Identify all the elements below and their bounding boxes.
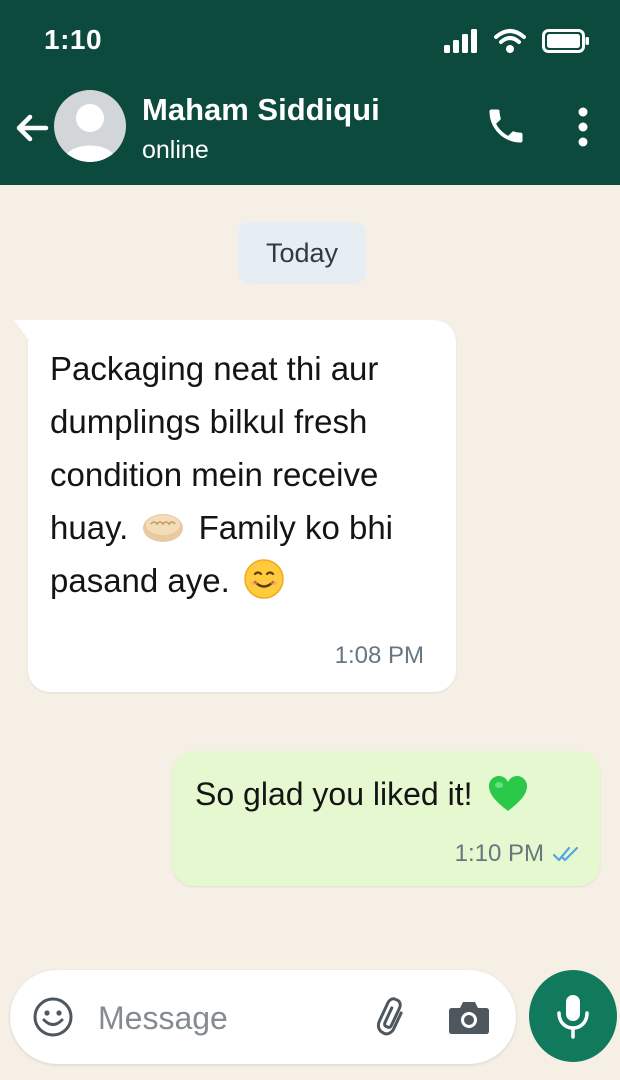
mic-button[interactable] xyxy=(529,970,617,1062)
message-composer xyxy=(10,970,516,1064)
wifi-icon xyxy=(494,29,526,53)
more-vert-icon[interactable] xyxy=(568,104,598,150)
read-receipt-icon xyxy=(552,846,579,862)
dumpling-emoji xyxy=(143,514,184,542)
message-input[interactable] xyxy=(96,996,350,1040)
back-arrow-icon[interactable] xyxy=(12,108,52,148)
camera-icon[interactable] xyxy=(448,998,490,1036)
outgoing-message[interactable]: So glad you liked it! 1:10 PM xyxy=(172,751,600,886)
message-text-content: So glad you liked it! xyxy=(195,775,473,812)
default-avatar-icon xyxy=(64,104,116,162)
message-timestamp: 1:08 PM xyxy=(334,642,424,669)
chat-header: 1:10 Maham Siddiqui online xyxy=(0,0,620,185)
avatar[interactable] xyxy=(54,90,126,162)
contact-name[interactable]: Maham Siddiqui xyxy=(142,92,380,128)
status-bar-icons xyxy=(444,28,590,54)
date-divider: Today xyxy=(238,222,366,284)
message-timestamp: 1:10 PM xyxy=(454,840,544,867)
smiling-face-emoji xyxy=(244,559,284,599)
signal-icon xyxy=(444,29,477,53)
battery-icon xyxy=(542,29,589,53)
contact-status: online xyxy=(142,136,209,164)
attach-icon[interactable] xyxy=(372,996,414,1038)
message-text: So glad you liked it! xyxy=(195,775,529,813)
incoming-message[interactable]: Packaging neat thi aur dumplings bilkul … xyxy=(14,320,456,692)
green-heart-emoji xyxy=(488,776,527,811)
message-text: Packaging neat thi aur dumplings bilkul … xyxy=(50,342,450,607)
mic-icon xyxy=(557,995,589,1039)
emoji-icon[interactable] xyxy=(32,996,74,1038)
status-bar-time: 1:10 xyxy=(44,24,103,55)
phone-icon[interactable] xyxy=(484,104,528,148)
bubble-tail xyxy=(14,320,30,342)
message-meta: 1:10 PM xyxy=(455,840,580,868)
